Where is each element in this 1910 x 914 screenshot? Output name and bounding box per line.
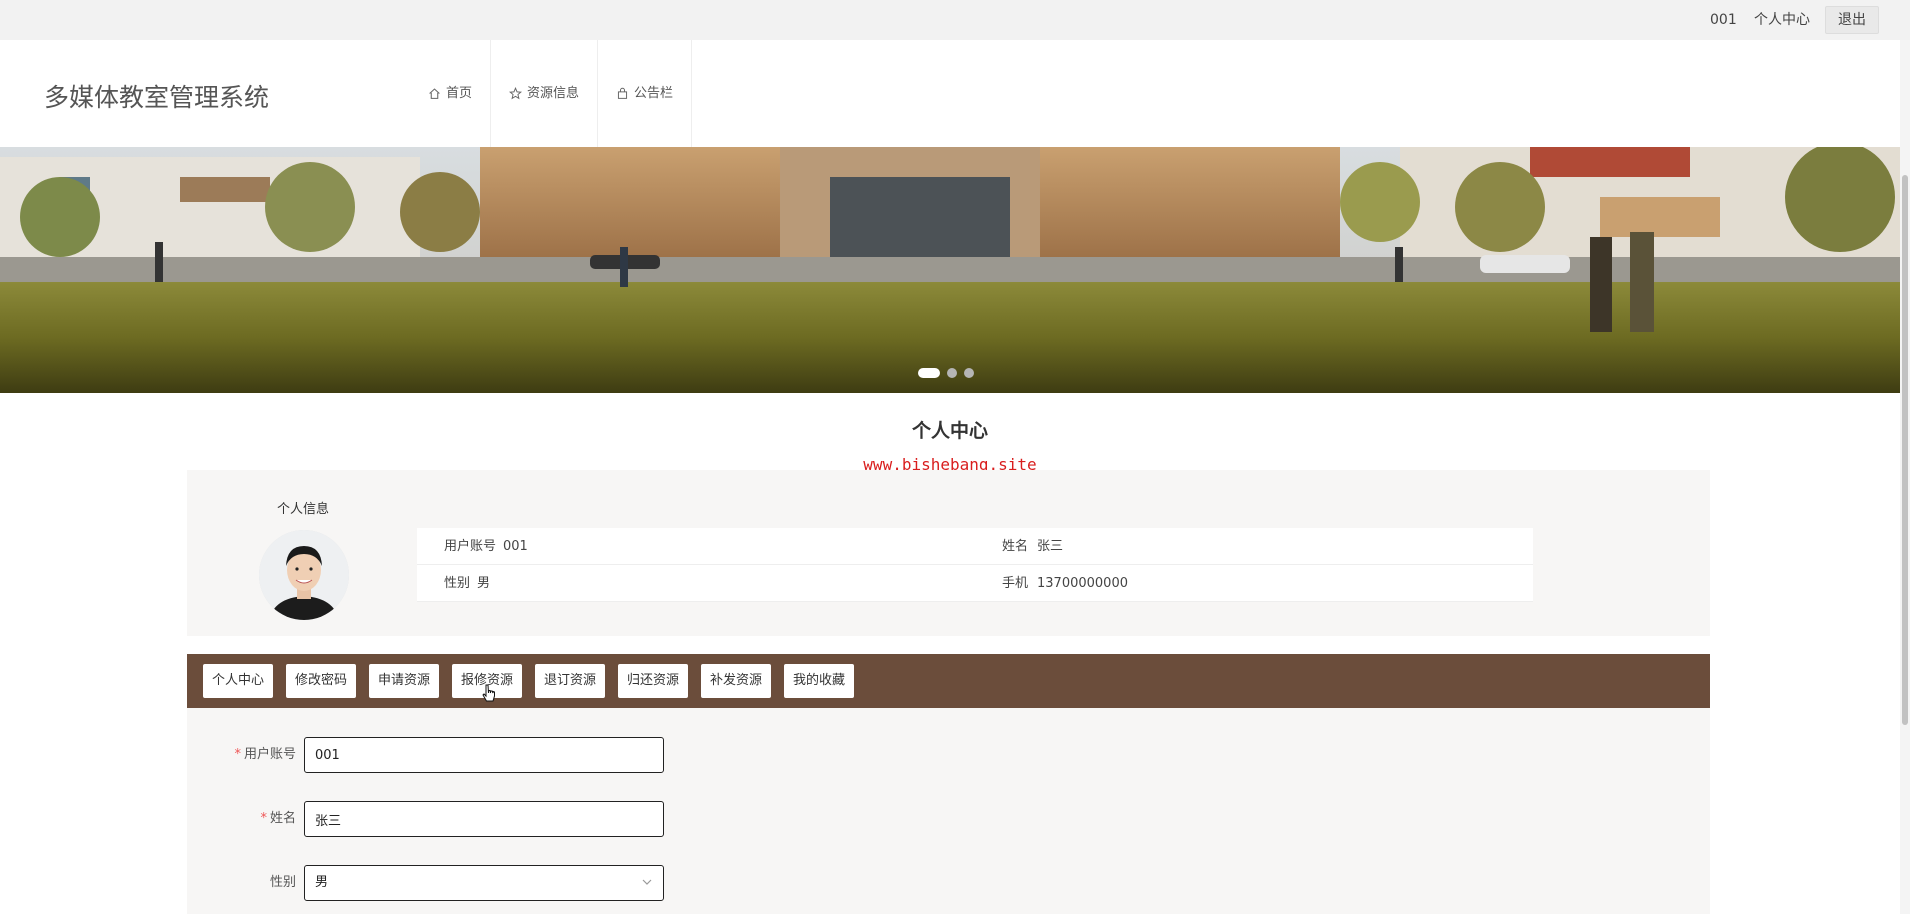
- star-icon: [509, 87, 523, 100]
- profile-info-row: 性别 男 手机 13700000000: [417, 565, 1533, 602]
- nav-item-label: 首页: [446, 86, 473, 101]
- carousel-dot[interactable]: [964, 368, 974, 378]
- gender-select[interactable]: 男: [304, 865, 664, 901]
- tab-my-favorites[interactable]: 我的收藏: [784, 664, 855, 698]
- account-value: 001: [503, 539, 528, 554]
- required-mark: *: [260, 811, 267, 826]
- chevron-down-icon: [642, 879, 652, 885]
- home-icon: [429, 88, 440, 99]
- scrollbar-thumb[interactable]: [1902, 175, 1908, 725]
- form-row-account: * 用户账号: [187, 737, 787, 773]
- page-title: 个人中心: [911, 420, 988, 442]
- account-field-label: * 用户账号: [234, 747, 296, 762]
- user-center-tabs: 个人中心 修改密码 申请资源 报修资源 退订资源 归还资源 补发资源 我的收藏: [187, 654, 1710, 708]
- gender-label: 性别: [444, 576, 471, 591]
- mouse-cursor-icon: [482, 684, 495, 702]
- tab-apply-resource[interactable]: 申请资源: [369, 664, 440, 698]
- name-field-label: * 姓名: [260, 811, 296, 826]
- banner-carousel[interactable]: [0, 147, 1900, 393]
- name-value: 张三: [1037, 539, 1064, 554]
- carousel-dot[interactable]: [918, 368, 940, 378]
- profile-section-label: 个人信息: [277, 502, 330, 517]
- required-mark: *: [234, 747, 241, 762]
- profile-info-table: 用户账号 001 姓名 张三 性别 男 手机 13700000000: [417, 528, 1533, 602]
- tab-reissue-resource[interactable]: 补发资源: [701, 664, 772, 698]
- gender-field-label: 性别: [269, 875, 296, 890]
- tab-return-resource[interactable]: 归还资源: [618, 664, 689, 698]
- nav-item-home[interactable]: 首页: [410, 40, 492, 147]
- main-nav: 首页 资源信息 公告栏: [410, 40, 693, 147]
- bag-icon: [617, 87, 628, 99]
- account-label: 用户账号: [444, 539, 497, 554]
- carousel-indicators: [918, 368, 974, 378]
- site-title: 多媒体教室管理系统: [44, 83, 270, 112]
- profile-form: *用户账号 *姓名 性别 男: [187, 708, 1710, 914]
- tab-profile[interactable]: 个人中心: [203, 664, 274, 698]
- form-row-name: * 姓名: [187, 801, 787, 837]
- current-username: 001: [1710, 12, 1737, 28]
- gender-select-value: 男: [315, 875, 329, 890]
- carousel-dot[interactable]: [947, 368, 957, 378]
- gender-value: 男: [477, 576, 491, 591]
- avatar-image: [259, 530, 349, 620]
- nav-item-label: 公告栏: [634, 86, 674, 101]
- site-header: 多媒体教室管理系统 首页 资源信息 公告栏: [0, 40, 1900, 147]
- page-scrollbar[interactable]: [1900, 40, 1910, 914]
- phone-label: 手机: [1002, 576, 1029, 591]
- banner-image: [0, 147, 1900, 393]
- tab-cancel-resource[interactable]: 退订资源: [535, 664, 606, 698]
- profile-info-panel: 个人信息 用户账号 001 姓名 张三 性别 男 手机 13700000000: [187, 470, 1710, 636]
- profile-info-row: 用户账号 001 姓名 张三: [417, 528, 1533, 565]
- nav-item-label: 资源信息: [527, 86, 580, 101]
- name-input[interactable]: [304, 801, 664, 837]
- form-row-gender: 性别 男: [187, 865, 787, 901]
- nav-item-notice[interactable]: 公告栏: [598, 40, 693, 147]
- avatar: [259, 530, 349, 620]
- nav-item-resources[interactable]: 资源信息: [491, 40, 599, 147]
- tab-change-password[interactable]: 修改密码: [286, 664, 357, 698]
- name-label: 姓名: [1002, 539, 1029, 554]
- logout-button[interactable]: 退出: [1825, 6, 1879, 34]
- phone-value: 13700000000: [1037, 576, 1128, 591]
- profile-link[interactable]: 个人中心: [1754, 0, 1810, 40]
- top-bar: 001 个人中心 退出: [0, 0, 1910, 40]
- account-input[interactable]: [304, 737, 664, 773]
